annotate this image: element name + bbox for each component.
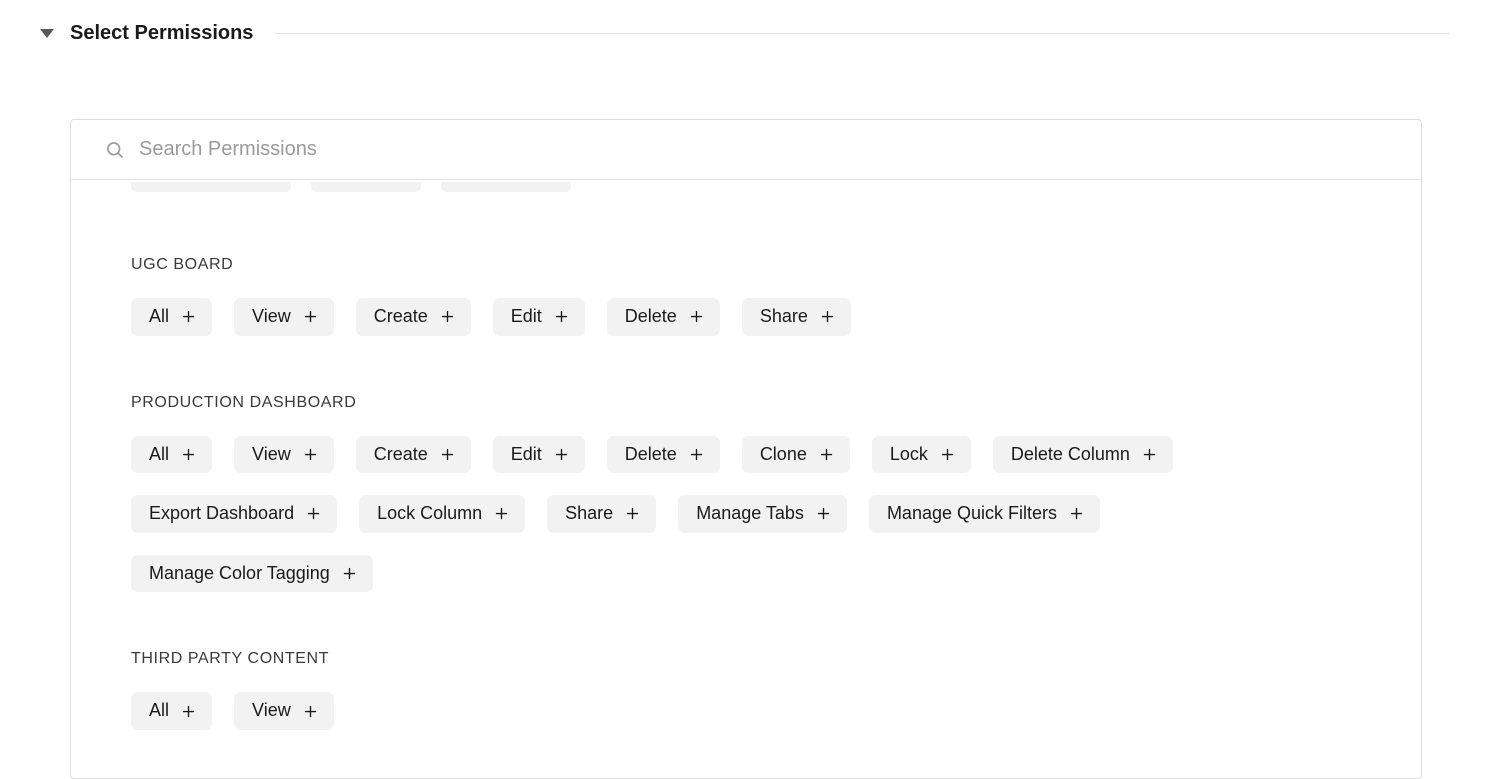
permission-chip[interactable]: Create <box>356 436 471 474</box>
permission-chip-label: View <box>252 444 291 466</box>
permission-chip-label: Manage Quick Filters <box>887 503 1057 525</box>
permission-chip-label: Delete <box>625 306 677 328</box>
permission-chip-label: Delete <box>625 444 677 466</box>
plus-icon <box>440 447 455 462</box>
permission-group: PRODUCTION DASHBOARD All View Create Edit Del… <box>131 394 1361 593</box>
plus-icon <box>625 506 640 521</box>
plus-icon <box>494 506 509 521</box>
permission-chip-label: Create <box>374 444 428 466</box>
plus-icon <box>689 309 704 324</box>
permission-chip[interactable]: Delete <box>607 298 720 336</box>
permission-chip[interactable]: Share <box>547 495 656 533</box>
plus-icon <box>816 506 831 521</box>
permission-chip[interactable]: Manage Tabs <box>678 495 847 533</box>
permission-group: THIRD PARTY CONTENT All View <box>131 650 1361 730</box>
permission-chip-label: View <box>252 306 291 328</box>
permission-chip[interactable]: Lock <box>872 436 971 474</box>
plus-icon <box>440 309 455 324</box>
plus-icon <box>303 309 318 324</box>
permission-chip[interactable]: All <box>131 692 212 730</box>
search-bar <box>71 120 1421 180</box>
permission-chip[interactable]: Export Dashboard <box>131 495 337 533</box>
permission-chip-label: Lock <box>890 444 928 466</box>
permission-chip-label: Export Dashboard <box>149 503 294 525</box>
permission-chip-label: All <box>149 306 169 328</box>
partial-chip <box>131 182 291 192</box>
plus-icon <box>181 447 196 462</box>
plus-icon <box>1069 506 1084 521</box>
plus-icon <box>1142 447 1157 462</box>
permission-chip[interactable]: View <box>234 436 334 474</box>
plus-icon <box>820 309 835 324</box>
partial-chip <box>441 182 571 192</box>
permission-chip-label: All <box>149 700 169 722</box>
permission-chip[interactable]: Edit <box>493 436 585 474</box>
permission-group-title: THIRD PARTY CONTENT <box>131 650 1361 668</box>
permission-chip-label: Share <box>760 306 808 328</box>
permission-chip[interactable]: All <box>131 436 212 474</box>
permission-chip-list: All View <box>131 692 1361 730</box>
permission-chip[interactable]: Create <box>356 298 471 336</box>
disclosure-toggle-icon[interactable] <box>40 29 54 38</box>
search-icon <box>105 140 125 160</box>
permission-chip[interactable]: Manage Quick Filters <box>869 495 1100 533</box>
permission-chip-list: All View Create Edit Delete Clone Lock Delete C… <box>131 436 1361 593</box>
plus-icon <box>306 506 321 521</box>
plus-icon <box>554 309 569 324</box>
permission-chip-label: Edit <box>511 444 542 466</box>
plus-icon <box>303 704 318 719</box>
permission-chip-label: Share <box>565 503 613 525</box>
permissions-panel: UGC BOARDAllViewCreateEditDeleteSharePRO… <box>70 119 1422 779</box>
permission-group: UGC BOARD All View Create Edit Delete Share <box>131 256 1361 336</box>
section-header: Select Permissions <box>0 0 1490 53</box>
permission-chip-label: View <box>252 700 291 722</box>
plus-icon <box>940 447 955 462</box>
plus-icon <box>181 704 196 719</box>
plus-icon <box>303 447 318 462</box>
plus-icon <box>181 309 196 324</box>
permission-chip[interactable]: Clone <box>742 436 850 474</box>
permission-chip[interactable]: Share <box>742 298 851 336</box>
header-divider <box>275 33 1450 34</box>
permission-chip-label: Manage Tabs <box>696 503 804 525</box>
search-input[interactable] <box>139 138 1387 161</box>
permission-group-title: PRODUCTION DASHBOARD <box>131 394 1361 412</box>
permission-chip[interactable]: Manage Color Tagging <box>131 555 373 593</box>
permission-chip-label: Create <box>374 306 428 328</box>
plus-icon <box>819 447 834 462</box>
permission-chip-label: Delete Column <box>1011 444 1130 466</box>
permission-chip-label: Manage Color Tagging <box>149 563 330 585</box>
permission-chip-label: All <box>149 444 169 466</box>
plus-icon <box>342 566 357 581</box>
permission-chip-label: Lock Column <box>377 503 482 525</box>
permission-chip[interactable]: All <box>131 298 212 336</box>
permission-chip[interactable]: Edit <box>493 298 585 336</box>
permission-group-title: UGC BOARD <box>131 256 1361 274</box>
partial-chip <box>311 182 421 192</box>
permission-chip[interactable]: Delete Column <box>993 436 1173 474</box>
permission-chip-label: Edit <box>511 306 542 328</box>
section-title: Select Permissions <box>70 22 253 45</box>
permission-chip[interactable]: Lock Column <box>359 495 525 533</box>
permission-chip[interactable]: View <box>234 692 334 730</box>
partial-chip-row <box>131 180 1361 198</box>
permission-chip[interactable]: View <box>234 298 334 336</box>
permissions-scroll-area: UGC BOARDAllViewCreateEditDeleteSharePRO… <box>71 180 1421 772</box>
permission-chip[interactable]: Delete <box>607 436 720 474</box>
permission-chip-list: All View Create Edit Delete Share <box>131 298 1361 336</box>
plus-icon <box>554 447 569 462</box>
permission-chip-label: Clone <box>760 444 807 466</box>
plus-icon <box>689 447 704 462</box>
